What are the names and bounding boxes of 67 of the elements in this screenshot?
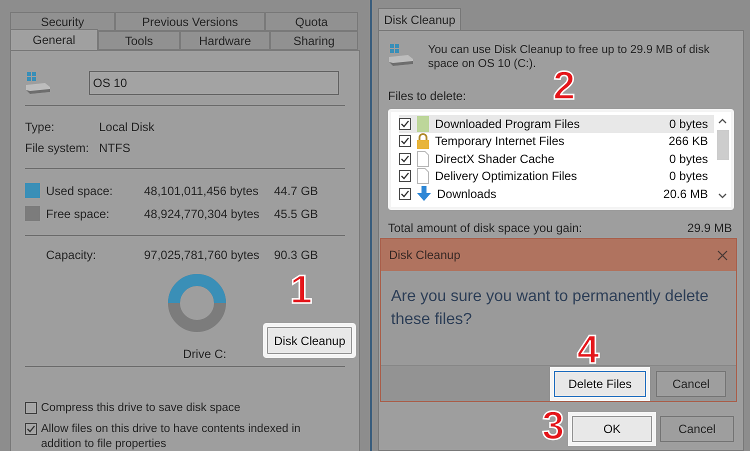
file-name: Downloaded Program Files (435, 116, 580, 131)
cancel-button[interactable]: Cancel (660, 416, 734, 442)
field-value: 48,101,011,456 bytes (144, 182, 260, 200)
total-label: Total amount of disk space you gain: (388, 220, 582, 237)
step-number: 1 (290, 268, 312, 312)
field-label: Used space: (46, 182, 114, 200)
field-label: File system: (25, 140, 90, 156)
donut-drawing (166, 272, 228, 334)
scroll-thumb[interactable] (716, 130, 728, 160)
field-label: Capacity: (46, 247, 98, 264)
file-icon (416, 168, 430, 184)
tab[interactable]: Sharing (270, 31, 358, 50)
checkbox[interactable] (25, 402, 37, 414)
field-value: NTFS (99, 140, 130, 156)
file-size: 0 bytes (669, 116, 708, 133)
tab[interactable]: Tools (98, 31, 180, 50)
close-icon (717, 250, 728, 260)
section-label: Files to delete: (388, 88, 468, 105)
file-size: 0 bytes (669, 150, 708, 168)
checkbox[interactable] (399, 188, 411, 200)
file-name: Downloads (437, 186, 496, 201)
file-size: 0 bytes (669, 168, 708, 186)
tab[interactable]: General (10, 29, 98, 50)
field-value: 48,924,770,304 bytes (144, 206, 260, 222)
drive-icon (25, 71, 51, 95)
field-value: Local Disk (99, 118, 154, 136)
file-name: DirectX Shader Cache (435, 152, 554, 166)
checkbox-label: Allow files on this drive to have contents indexed in addition to file properties (41, 422, 302, 451)
tab[interactable]: Hardware (180, 31, 270, 50)
tab[interactable]: Previous Versions (115, 12, 265, 31)
step-number: 3 (542, 404, 564, 448)
file-row[interactable]: Downloads 20.6 MB (399, 185, 714, 202)
field-label: Type: (25, 118, 56, 136)
checkbox[interactable] (399, 170, 411, 182)
file-name: Temporary Internet Files (435, 134, 564, 148)
field-value: 45.5 GB (274, 206, 318, 222)
field-value: 44.7 GB (274, 182, 318, 200)
file-row[interactable]: Downloaded Program Files 0 bytes (399, 115, 714, 132)
file-row[interactable]: Temporary Internet Files 266 KB (399, 132, 714, 150)
step-number: 4 (577, 328, 600, 372)
dialog-message: Are you sure you want to permanently delete these files? (391, 287, 710, 330)
drive-label: Drive C: (183, 346, 226, 363)
cancel-button[interactable]: Cancel (656, 370, 726, 396)
drive-icon (388, 43, 414, 67)
file-icon (416, 150, 430, 167)
checkbox[interactable] (399, 118, 411, 130)
file-name: Delivery Optimization Files (435, 169, 578, 184)
field-value: 90.3 GB (274, 247, 318, 264)
tab[interactable]: Disk Cleanup (378, 8, 462, 30)
file-row[interactable]: DirectX Shader Cache 0 bytes (399, 150, 714, 168)
file-size: 266 KB (668, 133, 708, 150)
lock-icon (416, 133, 430, 150)
tab[interactable]: Quota (265, 12, 358, 31)
total-value: 29.9 MB (687, 220, 732, 237)
field-value: 97,025,781,760 bytes (144, 247, 260, 264)
field-label: Free space: (46, 206, 110, 222)
folder-icon (416, 116, 430, 132)
file-size: 20.6 MB (663, 186, 708, 203)
checkbox[interactable] (399, 135, 411, 148)
checkbox[interactable] (25, 423, 37, 435)
tab[interactable]: Security (10, 12, 115, 31)
dialog-title: Disk Cleanup (389, 247, 460, 264)
checkbox[interactable] (399, 152, 411, 165)
file-row[interactable]: Delivery Optimization Files 0 bytes (399, 168, 714, 185)
name-field[interactable]: OS 10 (89, 71, 339, 95)
checkbox-label: Compress this drive to save disk space (41, 401, 242, 416)
down-arrow-icon (416, 186, 432, 202)
